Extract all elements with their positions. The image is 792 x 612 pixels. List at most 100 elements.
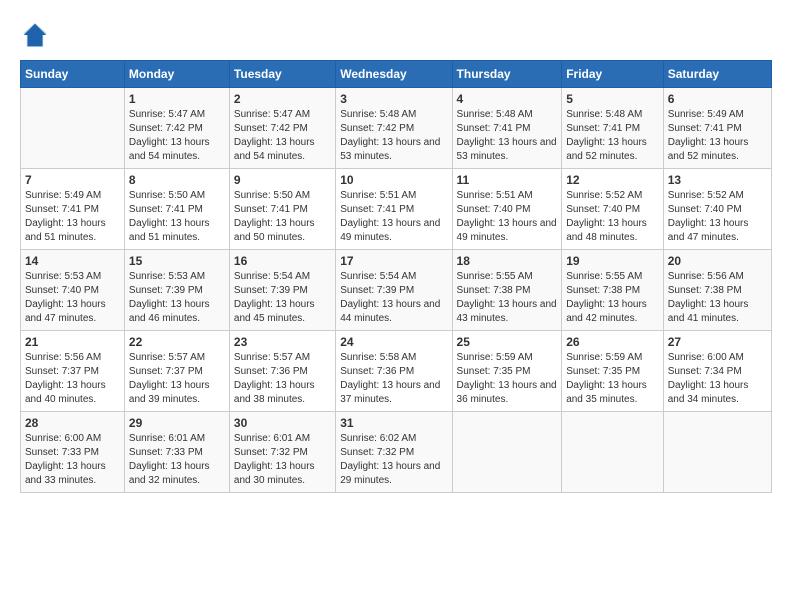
- calendar-cell: 5 Sunrise: 5:48 AM Sunset: 7:41 PM Daylig…: [562, 88, 664, 169]
- calendar-cell: 18 Sunrise: 5:55 AM Sunset: 7:38 PM Dayli…: [452, 250, 562, 331]
- calendar-cell: 23Sunrise: 5:57 AM Sunset: 7:36 PM Dayli…: [229, 331, 335, 412]
- day-number: 11: [457, 173, 558, 187]
- column-header-friday: Friday: [562, 61, 664, 88]
- day-info: Sunrise: 6:02 AM Sunset: 7:32 PM Dayligh…: [340, 432, 447, 488]
- day-info: Sunrise: 5:51 AM Sunset: 7:41 PM Dayligh…: [340, 189, 447, 245]
- calendar-cell: 27 Sunrise: 6:00 AM Sunset: 7:34 PM Dayli…: [663, 331, 771, 412]
- calendar-cell: 16 Sunrise: 5:54 AM Sunset: 7:39 PM Dayli…: [229, 250, 335, 331]
- day-number: 25: [457, 335, 558, 349]
- day-number: 5: [566, 92, 659, 106]
- calendar-body: 1 Sunrise: 5:47 AM Sunset: 7:42 PM Daylig…: [21, 88, 772, 493]
- calendar-cell: 20 Sunrise: 5:56 AM Sunset: 7:38 PM Dayli…: [663, 250, 771, 331]
- calendar-cell: 10 Sunrise: 5:51 AM Sunset: 7:41 PM Dayli…: [336, 169, 452, 250]
- calendar-cell: 25 Sunrise: 5:59 AM Sunset: 7:35 PM Dayli…: [452, 331, 562, 412]
- day-number: 12: [566, 173, 659, 187]
- calendar-cell: 22 Sunrise: 5:57 AM Sunset: 7:37 PM Dayli…: [124, 331, 229, 412]
- calendar-cell: 17 Sunrise: 5:54 AM Sunset: 7:39 PM Dayli…: [336, 250, 452, 331]
- calendar-cell: [663, 412, 771, 493]
- day-info: Sunrise: 5:50 AM Sunset: 7:41 PM Dayligh…: [129, 189, 225, 245]
- calendar-header: SundayMondayTuesdayWednesdayThursdayFrid…: [21, 61, 772, 88]
- calendar-cell: 29 Sunrise: 6:01 AM Sunset: 7:33 PM Dayli…: [124, 412, 229, 493]
- day-number: 26: [566, 335, 659, 349]
- calendar-cell: 31 Sunrise: 6:02 AM Sunset: 7:32 PM Dayli…: [336, 412, 452, 493]
- day-info: Sunrise: 5:53 AM Sunset: 7:40 PM Dayligh…: [25, 270, 120, 326]
- day-info: Sunrise: 5:52 AM Sunset: 7:40 PM Dayligh…: [566, 189, 659, 245]
- calendar-cell: 4Sunrise: 5:48 AM Sunset: 7:41 PM Daylig…: [452, 88, 562, 169]
- calendar-cell: [562, 412, 664, 493]
- day-number: 3: [340, 92, 447, 106]
- day-info: Sunrise: 5:48 AM Sunset: 7:42 PM Dayligh…: [340, 108, 447, 164]
- column-header-monday: Monday: [124, 61, 229, 88]
- calendar-cell: 14 Sunrise: 5:53 AM Sunset: 7:40 PM Dayli…: [21, 250, 125, 331]
- day-number: 14: [25, 254, 120, 268]
- calendar-cell: 2 Sunrise: 5:47 AM Sunset: 7:42 PM Daylig…: [229, 88, 335, 169]
- week-row-1: 1 Sunrise: 5:47 AM Sunset: 7:42 PM Daylig…: [21, 88, 772, 169]
- day-number: 8: [129, 173, 225, 187]
- day-info: Sunrise: 5:54 AM Sunset: 7:39 PM Dayligh…: [340, 270, 447, 326]
- day-info: Sunrise: 5:57 AM Sunset: 7:37 PM Dayligh…: [129, 351, 225, 407]
- calendar-cell: 9Sunrise: 5:50 AM Sunset: 7:41 PM Daylig…: [229, 169, 335, 250]
- calendar-cell: 1Sunrise: 5:47 AM Sunset: 7:42 PM Daylig…: [124, 88, 229, 169]
- column-header-tuesday: Tuesday: [229, 61, 335, 88]
- week-row-4: 21 Sunrise: 5:56 AM Sunset: 7:37 PM Dayli…: [21, 331, 772, 412]
- day-number: 10: [340, 173, 447, 187]
- day-info: Sunrise: 6:00 AM Sunset: 7:34 PM Dayligh…: [668, 351, 767, 407]
- calendar-cell: [452, 412, 562, 493]
- column-header-sunday: Sunday: [21, 61, 125, 88]
- day-number: 7: [25, 173, 120, 187]
- day-number: 13: [668, 173, 767, 187]
- calendar-cell: 13Sunrise: 5:52 AM Sunset: 7:40 PM Dayli…: [663, 169, 771, 250]
- calendar-cell: 28Sunrise: 6:00 AM Sunset: 7:33 PM Dayli…: [21, 412, 125, 493]
- day-info: Sunrise: 5:56 AM Sunset: 7:38 PM Dayligh…: [668, 270, 767, 326]
- column-header-saturday: Saturday: [663, 61, 771, 88]
- day-info: Sunrise: 5:54 AM Sunset: 7:39 PM Dayligh…: [234, 270, 331, 326]
- calendar-cell: 12 Sunrise: 5:52 AM Sunset: 7:40 PM Dayli…: [562, 169, 664, 250]
- day-number: 17: [340, 254, 447, 268]
- day-number: 2: [234, 92, 331, 106]
- day-number: 27: [668, 335, 767, 349]
- day-number: 1: [129, 92, 225, 106]
- calendar-cell: 24 Sunrise: 5:58 AM Sunset: 7:36 PM Dayli…: [336, 331, 452, 412]
- calendar-cell: 21 Sunrise: 5:56 AM Sunset: 7:37 PM Dayli…: [21, 331, 125, 412]
- day-info: Sunrise: 5:48 AM Sunset: 7:41 PM Dayligh…: [566, 108, 659, 164]
- day-info: Sunrise: 5:55 AM Sunset: 7:38 PM Dayligh…: [457, 270, 558, 326]
- day-number: 16: [234, 254, 331, 268]
- day-number: 18: [457, 254, 558, 268]
- day-number: 20: [668, 254, 767, 268]
- day-info: Sunrise: 5:56 AM Sunset: 7:37 PM Dayligh…: [25, 351, 120, 407]
- day-info: Sunrise: 5:49 AM Sunset: 7:41 PM Dayligh…: [25, 189, 120, 245]
- day-number: 24: [340, 335, 447, 349]
- day-info: Sunrise: 6:01 AM Sunset: 7:32 PM Dayligh…: [234, 432, 331, 488]
- logo: [20, 20, 54, 50]
- day-number: 22: [129, 335, 225, 349]
- header-row: SundayMondayTuesdayWednesdayThursdayFrid…: [21, 61, 772, 88]
- calendar-cell: 8 Sunrise: 5:50 AM Sunset: 7:41 PM Daylig…: [124, 169, 229, 250]
- day-number: 28: [25, 416, 120, 430]
- day-info: Sunrise: 5:47 AM Sunset: 7:42 PM Dayligh…: [234, 108, 331, 164]
- calendar-table: SundayMondayTuesdayWednesdayThursdayFrid…: [20, 60, 772, 493]
- day-number: 19: [566, 254, 659, 268]
- logo-icon: [20, 20, 50, 50]
- calendar-cell: 26 Sunrise: 5:59 AM Sunset: 7:35 PM Dayli…: [562, 331, 664, 412]
- day-info: Sunrise: 5:50 AM Sunset: 7:41 PM Dayligh…: [234, 189, 331, 245]
- day-info: Sunrise: 5:59 AM Sunset: 7:35 PM Dayligh…: [457, 351, 558, 407]
- day-number: 31: [340, 416, 447, 430]
- calendar-cell: 30Sunrise: 6:01 AM Sunset: 7:32 PM Dayli…: [229, 412, 335, 493]
- day-number: 23: [234, 335, 331, 349]
- calendar-cell: 7 Sunrise: 5:49 AM Sunset: 7:41 PM Daylig…: [21, 169, 125, 250]
- day-number: 29: [129, 416, 225, 430]
- calendar-cell: 6 Sunrise: 5:49 AM Sunset: 7:41 PM Daylig…: [663, 88, 771, 169]
- day-info: Sunrise: 6:01 AM Sunset: 7:33 PM Dayligh…: [129, 432, 225, 488]
- page-header: [20, 20, 772, 50]
- calendar-cell: 15Sunrise: 5:53 AM Sunset: 7:39 PM Dayli…: [124, 250, 229, 331]
- day-number: 21: [25, 335, 120, 349]
- day-info: Sunrise: 5:59 AM Sunset: 7:35 PM Dayligh…: [566, 351, 659, 407]
- day-info: Sunrise: 5:49 AM Sunset: 7:41 PM Dayligh…: [668, 108, 767, 164]
- day-number: 4: [457, 92, 558, 106]
- day-info: Sunrise: 5:58 AM Sunset: 7:36 PM Dayligh…: [340, 351, 447, 407]
- week-row-2: 7 Sunrise: 5:49 AM Sunset: 7:41 PM Daylig…: [21, 169, 772, 250]
- week-row-5: 28Sunrise: 6:00 AM Sunset: 7:33 PM Dayli…: [21, 412, 772, 493]
- calendar-cell: 3 Sunrise: 5:48 AM Sunset: 7:42 PM Daylig…: [336, 88, 452, 169]
- day-number: 6: [668, 92, 767, 106]
- day-info: Sunrise: 5:55 AM Sunset: 7:38 PM Dayligh…: [566, 270, 659, 326]
